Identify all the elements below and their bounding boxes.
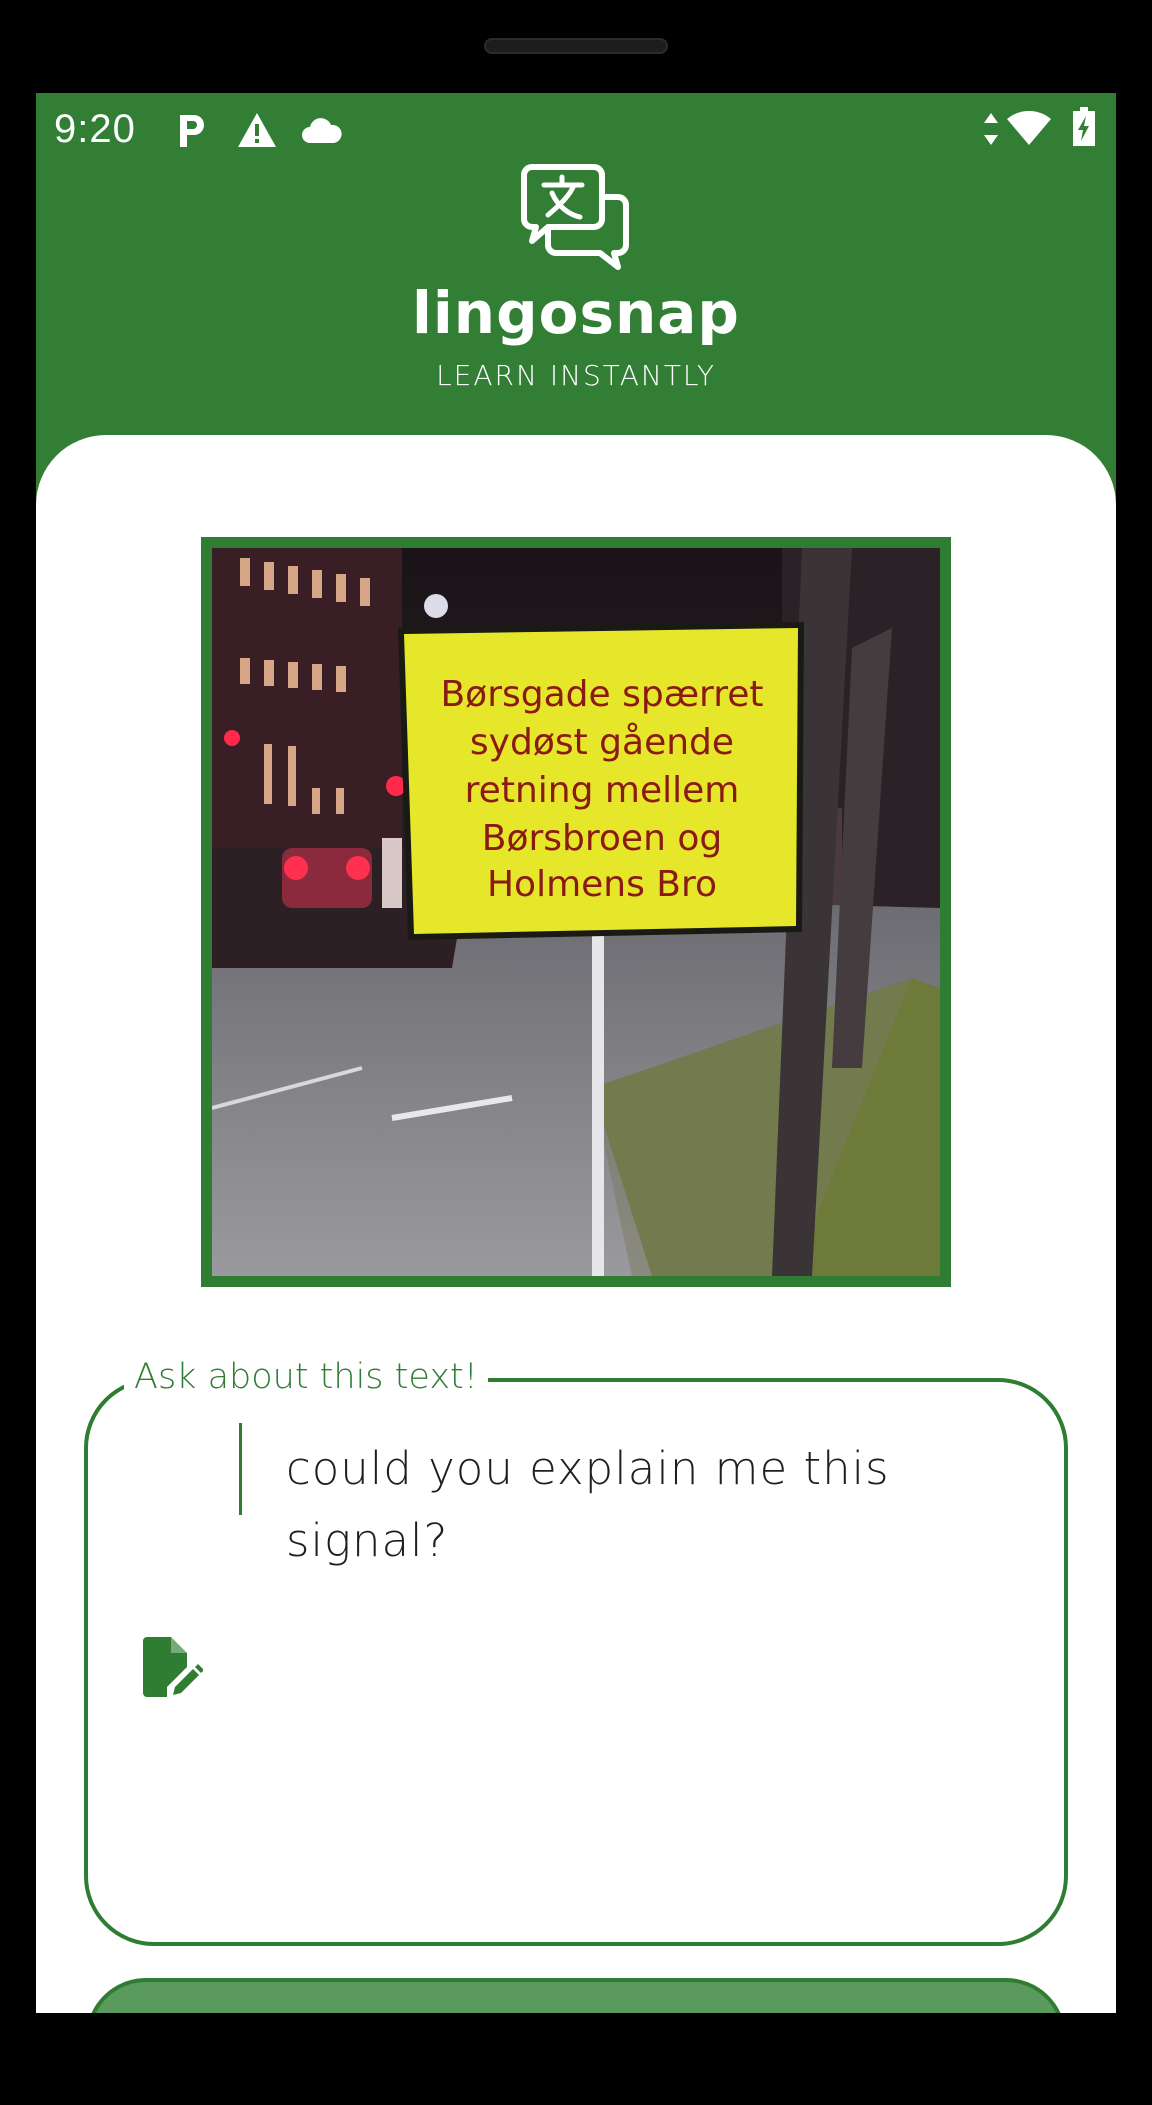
brand-name: lingosnap [412, 279, 740, 347]
sign-line: Holmens Bro [487, 864, 717, 905]
status-time: 9:20 [54, 107, 136, 151]
brand-tagline: LEARN INSTANTLY [436, 359, 716, 392]
edit-document-icon[interactable] [141, 1633, 203, 1701]
question-field-label: Ask about this text! [124, 1357, 488, 1397]
captured-photo[interactable]: Børsgade spærret sydøst gående retning m… [201, 537, 951, 1287]
question-input[interactable]: could you explain me this signal? [286, 1433, 986, 1577]
sign-line: Børsbroen og [482, 818, 722, 859]
text-cursor-line [239, 1423, 242, 1515]
speaker-grille [484, 38, 668, 54]
road-sign: Børsgade spærret sydøst gående retning m… [398, 622, 804, 940]
data-arrows-icon [984, 113, 998, 145]
wifi-icon [1007, 111, 1051, 145]
status-bar: 9:20 [36, 93, 1116, 167]
translate-chat-bubbles-icon [521, 164, 629, 270]
app-screen: 9:20 lingosnap LEARN INSTANTLY Børsgade … [36, 93, 1116, 2013]
cloud-icon [302, 118, 342, 143]
sign-line: Børsgade spærret [440, 674, 763, 715]
warning-icon [238, 113, 276, 147]
sign-line: sydøst gående [470, 722, 734, 763]
ask-button[interactable] [86, 1978, 1066, 2013]
device-frame: 9:20 lingosnap LEARN INSTANTLY Børsgade … [0, 0, 1152, 2105]
sign-line: retning mellem [465, 770, 740, 811]
parking-icon [180, 115, 204, 147]
battery-charging-icon [1073, 107, 1095, 146]
